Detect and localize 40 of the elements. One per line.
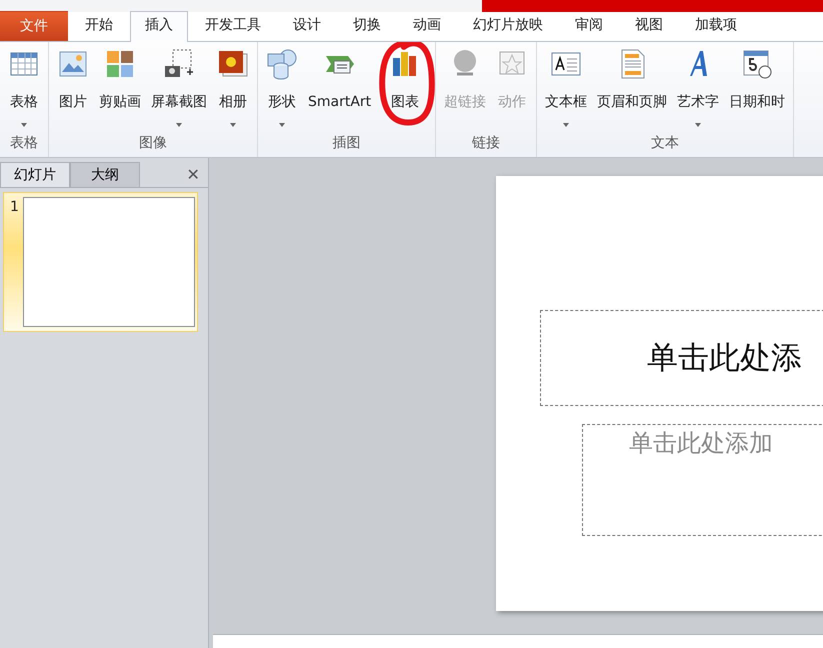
ribbon-button[interactable]: 日期和时 [724, 42, 790, 133]
title-placeholder[interactable]: 单击此处添 [540, 310, 823, 406]
ribbon-button[interactable]: 表格 [3, 42, 45, 133]
ribbon-button[interactable]: SmartArt [303, 42, 376, 133]
group-label: 图像 [138, 134, 168, 153]
ribbon-tab[interactable]: 审阅 [560, 11, 618, 41]
ribbon-tab[interactable]: 开发工具 [190, 11, 276, 41]
slide-thumbnail-row[interactable]: 1 [3, 192, 198, 332]
group-label: 表格 [9, 134, 39, 153]
slide-thumbnail[interactable] [22, 197, 195, 327]
ribbon-button[interactable]: 图表 [384, 42, 426, 133]
slide-number: 1 [10, 198, 19, 217]
ribbon-tab[interactable]: 插入 [130, 11, 188, 42]
clipart-icon [104, 48, 136, 80]
ribbon-tab[interactable]: 开始 [70, 11, 128, 41]
ribbon-button[interactable]: 相册 [212, 42, 254, 133]
ribbon-button[interactable]: 页眉和页脚 [592, 42, 672, 133]
shapes-icon [266, 48, 298, 80]
pane-tab[interactable]: 幻灯片 [0, 162, 70, 187]
ribbon-tab[interactable]: 加载项 [680, 11, 752, 41]
ribbon-tab[interactable]: 动画 [398, 11, 456, 41]
ribbon-button[interactable]: 剪贴画 [94, 42, 146, 133]
ribbon-button[interactable]: 文本框 [540, 42, 592, 133]
pane-tab[interactable]: 大纲 [70, 162, 140, 187]
ribbon-button[interactable]: 艺术字 [672, 42, 724, 133]
group-label: 插图 [332, 134, 362, 153]
group-label: 链接 [471, 134, 502, 153]
calendar-icon [741, 48, 774, 80]
close-button[interactable]: ✕ [178, 162, 208, 187]
ribbon-tab[interactable]: 设计 [278, 11, 336, 41]
ribbon-tab[interactable]: 视图 [620, 11, 678, 41]
ribbon-button[interactable]: 形状 [261, 42, 303, 133]
camera-icon [163, 48, 195, 80]
ribbon-tab[interactable]: 幻灯片放映 [458, 11, 558, 41]
notes-pane[interactable] [212, 634, 823, 648]
file-tab[interactable]: 文件 [0, 11, 68, 41]
ribbon-button[interactable]: 屏幕截图 [146, 42, 212, 133]
ribbon-button[interactable]: 图片 [52, 42, 94, 133]
group-label: 文本 [650, 134, 680, 153]
ribbon-tab[interactable]: 切换 [338, 11, 396, 41]
